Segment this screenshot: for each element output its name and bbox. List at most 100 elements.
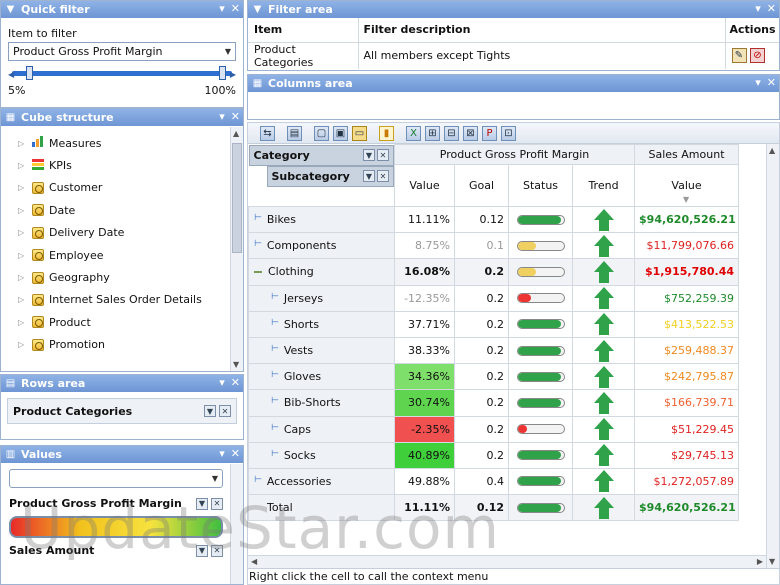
slider-min-handle[interactable] bbox=[26, 66, 33, 80]
goal-cell[interactable]: 0.2 bbox=[454, 415, 509, 443]
value-cell[interactable]: 38.33% bbox=[394, 336, 455, 365]
row-header[interactable]: ⊢ Vests bbox=[248, 336, 395, 365]
slider-max-handle[interactable] bbox=[219, 66, 226, 80]
tree-item[interactable]: ▷ Internet Sales Order Details bbox=[1, 289, 230, 311]
close-icon[interactable]: ✕ bbox=[231, 2, 240, 15]
value-cell[interactable]: -2.35% bbox=[394, 415, 455, 443]
status-cell[interactable] bbox=[508, 467, 573, 496]
trend-cell[interactable] bbox=[571, 363, 636, 391]
status-cell[interactable] bbox=[508, 310, 573, 338]
row-header[interactable]: ⊢ Caps bbox=[248, 415, 395, 443]
row-header[interactable]: ⊢ Components bbox=[248, 232, 395, 260]
col-value[interactable]: Value bbox=[394, 164, 455, 207]
goal-cell[interactable]: 0.2 bbox=[454, 441, 509, 469]
drilldown-icon[interactable]: ⊢ bbox=[271, 344, 279, 354]
row-header[interactable]: Total bbox=[248, 494, 395, 522]
sales-amount-cell[interactable]: $94,620,526.21 bbox=[634, 205, 740, 234]
sales-amount-cell[interactable]: $1,272,057.89 bbox=[634, 467, 740, 496]
expand-icon[interactable]: ▷ bbox=[18, 206, 27, 215]
sales-amount-cell[interactable]: $11,799,076.66 bbox=[634, 232, 740, 260]
status-cell[interactable] bbox=[508, 205, 573, 234]
value-cell[interactable]: 8.75% bbox=[394, 232, 455, 260]
grid-view-icon[interactable]: ▤ bbox=[287, 125, 302, 141]
sales-amount-cell[interactable]: $29,745.13 bbox=[634, 441, 740, 469]
remove-icon[interactable]: ✕ bbox=[211, 544, 223, 557]
expand-icon[interactable]: ▷ bbox=[18, 340, 27, 349]
goal-cell[interactable]: 0.2 bbox=[454, 258, 509, 286]
status-cell[interactable] bbox=[508, 232, 573, 260]
filter-icon[interactable]: ▼ bbox=[196, 497, 208, 510]
drilldown-icon[interactable]: ⊢ bbox=[271, 449, 279, 459]
filter-icon[interactable]: ▼ bbox=[363, 170, 375, 182]
collapse-icon[interactable]: ▾ bbox=[219, 376, 225, 389]
expand-icon[interactable]: ▷ bbox=[18, 251, 27, 260]
row-header[interactable]: ⊢ Jerseys bbox=[248, 284, 395, 312]
expand-icon[interactable]: ▷ bbox=[18, 318, 27, 327]
values-select[interactable]: ▼ bbox=[9, 469, 223, 488]
trend-cell[interactable] bbox=[571, 494, 636, 522]
drilldown-icon[interactable]: ⊢ bbox=[254, 213, 262, 223]
row-header[interactable]: Clothing bbox=[248, 258, 395, 286]
close-icon[interactable]: ✕ bbox=[231, 110, 240, 123]
expand-icon[interactable]: ▷ bbox=[18, 161, 27, 170]
collapse-icon[interactable]: ▾ bbox=[219, 110, 225, 123]
drilldown-icon[interactable]: ⊢ bbox=[271, 318, 279, 328]
value-cell[interactable]: -12.35% bbox=[394, 284, 455, 312]
remove-icon[interactable]: ✕ bbox=[219, 405, 231, 417]
collapse-icon[interactable]: ▾ bbox=[219, 2, 225, 15]
collapse-icon[interactable]: ▾ bbox=[755, 76, 761, 89]
trend-cell[interactable] bbox=[571, 389, 636, 417]
row-header[interactable]: ⊢ Bib-Shorts bbox=[248, 389, 395, 417]
goal-cell[interactable]: 0.12 bbox=[454, 205, 509, 234]
sales-amount-cell[interactable]: $51,229.45 bbox=[634, 415, 740, 443]
collapse-icon[interactable]: ▾ bbox=[219, 447, 225, 460]
export-excel-icon[interactable]: X bbox=[406, 125, 421, 141]
close-icon[interactable]: ✕ bbox=[231, 376, 240, 389]
trend-cell[interactable] bbox=[571, 310, 636, 338]
value-cell[interactable]: 16.08% bbox=[394, 258, 455, 286]
goal-cell[interactable]: 0.2 bbox=[454, 310, 509, 338]
drilldown-icon[interactable]: ⊢ bbox=[254, 239, 262, 249]
status-cell[interactable] bbox=[508, 415, 573, 443]
status-cell[interactable] bbox=[508, 389, 573, 417]
row-header[interactable]: ⊢ Gloves bbox=[248, 363, 395, 391]
trend-cell[interactable] bbox=[571, 205, 636, 234]
close-icon[interactable]: ✕ bbox=[767, 76, 776, 89]
value-cell[interactable]: 40.89% bbox=[394, 441, 455, 469]
new-icon[interactable]: ▢ bbox=[314, 125, 329, 141]
sales-amount-cell[interactable]: $259,488.37 bbox=[634, 336, 740, 365]
goal-cell[interactable]: 0.4 bbox=[454, 467, 509, 496]
measure2-header[interactable]: Sales Amount bbox=[634, 144, 740, 165]
tree-item[interactable]: ▷ Product bbox=[1, 311, 230, 333]
subcategory-field-header[interactable]: Subcategory ▼ ✕ bbox=[266, 165, 394, 187]
grid-vertical-scrollbar[interactable]: ▲ ▼ bbox=[766, 144, 779, 568]
value-cell[interactable]: 30.74% bbox=[394, 389, 455, 417]
drilldown-icon[interactable]: ⊢ bbox=[271, 292, 279, 302]
value-cell[interactable]: 11.11% bbox=[394, 205, 455, 234]
clear-filter-icon[interactable]: ⊘ bbox=[750, 48, 765, 63]
tree-item[interactable]: ▷ Geography bbox=[1, 266, 230, 288]
status-cell[interactable] bbox=[508, 441, 573, 469]
sales-amount-cell[interactable]: $1,915,780.44 bbox=[634, 258, 740, 286]
status-cell[interactable] bbox=[508, 284, 573, 312]
measure1-header[interactable]: Product Gross Profit Margin bbox=[393, 144, 636, 165]
row-header[interactable]: ⊢ Socks bbox=[248, 441, 395, 469]
tree-item[interactable]: ▷ Measures bbox=[1, 132, 230, 154]
trend-cell[interactable] bbox=[571, 232, 636, 260]
status-cell[interactable] bbox=[508, 336, 573, 365]
grid-horizontal-scrollbar[interactable]: ◀ ▶ bbox=[248, 555, 766, 568]
range-slider[interactable]: ◀ ▶ bbox=[8, 65, 236, 81]
trend-cell[interactable] bbox=[571, 336, 636, 365]
trend-cell[interactable] bbox=[571, 284, 636, 312]
chart-icon[interactable]: ▮ bbox=[379, 125, 394, 141]
export-csv-icon[interactable]: ⊞ bbox=[425, 125, 440, 141]
tree-item[interactable]: ▷ Promotion bbox=[1, 334, 230, 356]
drilldown-icon[interactable]: ⊢ bbox=[271, 423, 279, 433]
sales-amount-cell[interactable]: $242,795.87 bbox=[634, 363, 740, 391]
goal-cell[interactable]: 0.2 bbox=[454, 284, 509, 312]
goal-cell[interactable]: 0.1 bbox=[454, 232, 509, 260]
filter-icon[interactable]: ▼ bbox=[363, 149, 375, 161]
goal-cell[interactable]: 0.12 bbox=[454, 494, 509, 522]
drilldown-icon[interactable]: ⊢ bbox=[254, 475, 262, 485]
row-header[interactable]: ⊢ Bikes bbox=[248, 205, 395, 234]
